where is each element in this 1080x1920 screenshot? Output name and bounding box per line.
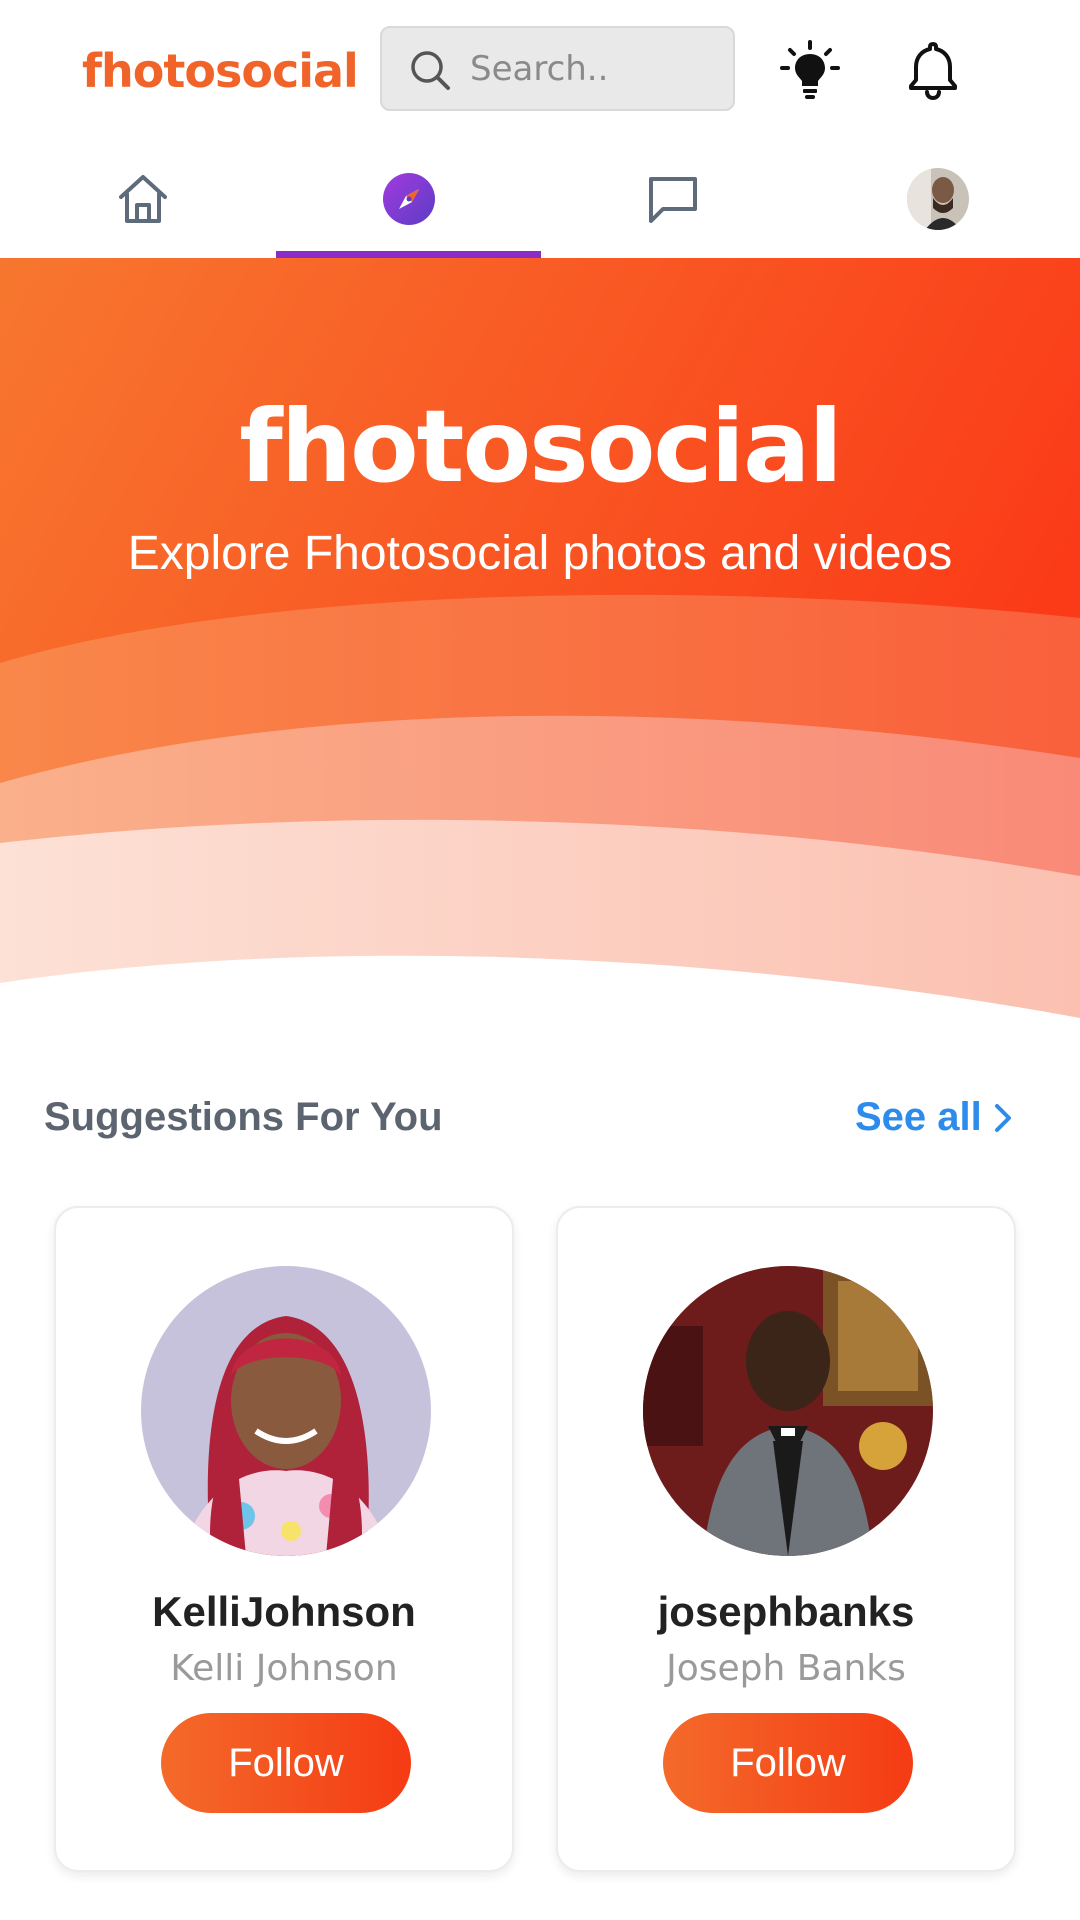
tab-profile[interactable] — [805, 140, 1070, 258]
suggestion-card: KelliJohnson Kelli Johnson Follow — [54, 1206, 514, 1872]
search-input[interactable] — [470, 46, 720, 92]
see-all-label: See all — [855, 1095, 982, 1139]
chevron-right-icon — [994, 1103, 1011, 1132]
tab-explore[interactable] — [276, 140, 541, 258]
compass-icon — [382, 173, 435, 225]
avatar[interactable] — [141, 1266, 431, 1556]
lightbulb-icon[interactable] — [778, 38, 842, 102]
tab-home[interactable] — [10, 140, 275, 258]
bell-icon[interactable] — [901, 38, 965, 102]
tab-messages[interactable] — [540, 140, 805, 258]
suggestions-heading: Suggestions For You — [44, 1095, 443, 1139]
main-nav — [0, 140, 1080, 258]
hero-subtitle: Explore Fhotosocial photos and videos — [127, 527, 953, 580]
chat-icon — [648, 177, 697, 223]
avatar — [906, 168, 969, 230]
follow-button[interactable]: Follow — [663, 1713, 913, 1813]
avatar[interactable] — [643, 1266, 933, 1556]
search-icon — [411, 51, 450, 90]
app-logo[interactable]: fhotosocial — [82, 44, 359, 98]
top-bar: fhotosocial — [0, 0, 1080, 140]
hero-title: fhotosocial — [239, 388, 842, 505]
home-icon — [118, 175, 167, 223]
full-name: Joseph Banks — [666, 1648, 906, 1689]
search-box[interactable] — [380, 26, 735, 111]
username[interactable]: KelliJohnson — [56, 1588, 512, 1636]
see-all-link[interactable]: See all — [855, 1095, 1014, 1140]
suggestion-card: josephbanks Joseph Banks Follow — [556, 1206, 1016, 1872]
hero-banner: fhotosocial Explore Fhotosocial photos a… — [0, 258, 1080, 1028]
username[interactable]: josephbanks — [558, 1588, 1014, 1636]
full-name: Kelli Johnson — [170, 1648, 398, 1689]
follow-button[interactable]: Follow — [161, 1713, 411, 1813]
hero-background — [0, 258, 1080, 1028]
